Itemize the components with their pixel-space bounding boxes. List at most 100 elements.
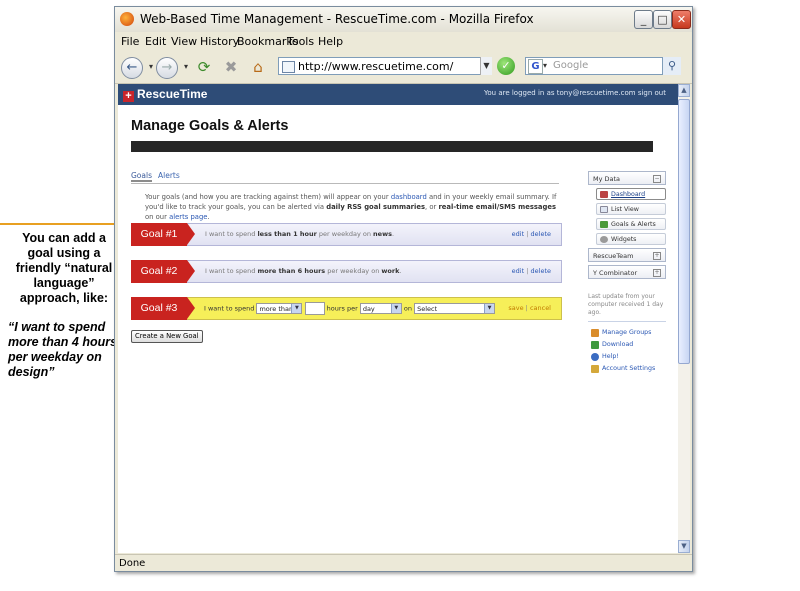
sign-out-link[interactable]: sign out	[638, 89, 666, 97]
goal-number-tag: Goal #2	[131, 260, 195, 283]
login-status: You are logged in as tony@rescuetime.com…	[484, 89, 666, 97]
site-header: + RescueTime You are logged in as tony@re…	[118, 84, 678, 105]
scroll-down-icon[interactable]: ▼	[678, 540, 690, 553]
delete-goal-link[interactable]: delete	[531, 267, 551, 275]
goals-alerts-tabs: Goals Alerts	[131, 171, 559, 184]
menu-history[interactable]: History	[200, 35, 239, 48]
save-goal-link[interactable]: save	[508, 304, 523, 312]
sidebar-header-my-data[interactable]: My Data −	[588, 171, 666, 185]
search-box[interactable]: G ▾ Google ⚲	[525, 57, 681, 75]
alerts-page-link[interactable]: alerts page	[169, 213, 207, 221]
category-select[interactable]: Select ▼	[414, 303, 496, 314]
hours-input[interactable]	[304, 302, 325, 315]
wrench-icon	[591, 365, 599, 373]
close-button[interactable]: ✕	[672, 10, 691, 29]
menu-view[interactable]: View	[171, 35, 197, 48]
go-button[interactable]: ✓	[497, 57, 515, 75]
menu-file[interactable]: File	[121, 35, 139, 48]
stop-icon[interactable]: ✖	[221, 57, 241, 77]
account-settings-link[interactable]: Account Settings	[588, 363, 666, 375]
forward-button[interactable]: →	[156, 57, 178, 79]
goal-row: Goal #1 I want to spend less than 1 hour…	[131, 223, 562, 246]
annotation-quote: “I want to spend more than 4 hours per w…	[8, 320, 118, 379]
navigation-toolbar: ← ▾ → ▾ ⟳ ✖ ⌂ http://www.rescuetime.com/…	[115, 51, 692, 84]
firefox-logo-icon	[120, 12, 134, 26]
menu-help[interactable]: Help	[318, 35, 343, 48]
reload-icon[interactable]: ⟳	[194, 57, 214, 77]
back-button[interactable]: ←	[121, 57, 143, 79]
rescuetime-logo[interactable]: + RescueTime	[123, 87, 207, 102]
scroll-up-icon[interactable]: ▲	[678, 84, 690, 97]
url-history-dropdown-icon[interactable]: ▼	[480, 57, 492, 75]
download-link[interactable]: Download	[588, 339, 666, 351]
menu-edit[interactable]: Edit	[145, 35, 166, 48]
goal-actions: edit | delete	[511, 267, 551, 275]
list-icon	[600, 206, 608, 213]
goal-edit-actions: save | cancel	[508, 304, 551, 312]
scroll-thumb[interactable]	[678, 99, 690, 364]
tab-goals[interactable]: Goals	[131, 171, 152, 182]
sidebar-group-rescueteam[interactable]: RescueTeam +	[588, 248, 666, 262]
forward-history-dropdown-icon[interactable]: ▾	[176, 57, 196, 77]
annotation-callout: You can add a goal using a friendly “nat…	[8, 231, 120, 380]
amount-select[interactable]: more than ▼	[256, 303, 303, 314]
page-title: Manage Goals & Alerts	[131, 118, 289, 134]
goal-row: Goal #2 I want to spend more than 6 hour…	[131, 260, 562, 283]
sidebar-item-goals-alerts[interactable]: Goals & Alerts	[596, 218, 666, 230]
goal-form-label: I want to spend	[204, 304, 255, 313]
maximize-button[interactable]: □	[653, 10, 672, 29]
create-new-goal-button[interactable]: Create a New Goal	[131, 330, 203, 343]
intro-text: Your goals (and how you are tracking aga…	[145, 193, 557, 221]
goal-description: I want to spend less than 1 hour per wee…	[205, 230, 395, 238]
expand-icon[interactable]: +	[653, 269, 661, 277]
url-text: http://www.rescuetime.com/	[298, 60, 454, 73]
collapse-icon[interactable]: −	[653, 175, 661, 183]
red-cross-icon: +	[123, 91, 134, 102]
sidebar-group-ycombinator[interactable]: Y Combinator +	[588, 265, 666, 279]
search-placeholder: Google	[553, 60, 589, 71]
edit-goal-link[interactable]: edit	[512, 230, 524, 238]
sidebar-item-list-view[interactable]: List View	[596, 203, 666, 215]
sidebar: My Data − Dashboard List View Goals & Ale…	[588, 171, 666, 375]
search-icon[interactable]: ⚲	[662, 57, 681, 75]
chevron-down-icon: ▼	[291, 304, 302, 313]
download-icon	[591, 341, 599, 349]
vertical-scrollbar[interactable]: ▲ ▼	[678, 84, 690, 553]
url-bar[interactable]: http://www.rescuetime.com/	[278, 57, 490, 75]
sidebar-item-widgets[interactable]: Widgets	[596, 233, 666, 245]
last-update-text: Last update from your computer received …	[588, 293, 664, 316]
delete-goal-link[interactable]: delete	[531, 230, 551, 238]
manage-groups-link[interactable]: Manage Groups	[588, 327, 666, 339]
title-bar: Web-Based Time Management - RescueTime.c…	[115, 7, 692, 33]
annotation-pointer-line	[0, 223, 125, 225]
edit-goal-link[interactable]: edit	[512, 267, 524, 275]
groups-icon	[591, 329, 599, 337]
dashboard-icon	[600, 191, 608, 198]
sidebar-item-dashboard[interactable]: Dashboard	[596, 188, 666, 200]
menu-bar: File Edit View History Bookmarks Tools H…	[115, 32, 692, 51]
help-icon	[591, 353, 599, 361]
flag-icon	[600, 221, 608, 228]
goal-number-tag: Goal #3	[131, 297, 195, 320]
chevron-down-icon: ▼	[390, 304, 401, 313]
period-select[interactable]: day ▼	[359, 303, 402, 314]
window-title: Web-Based Time Management - RescueTime.c…	[140, 12, 534, 26]
menu-tools[interactable]: Tools	[287, 35, 314, 48]
cancel-goal-link[interactable]: cancel	[530, 304, 551, 312]
dashboard-link[interactable]: dashboard	[391, 193, 427, 201]
goal-form: I want to spend more than ▼ hours per day…	[204, 302, 496, 315]
page-icon	[282, 61, 295, 73]
minimize-button[interactable]: _	[634, 10, 653, 29]
google-engine-icon[interactable]: G	[528, 59, 543, 74]
status-bar: Done	[115, 554, 692, 571]
expand-icon[interactable]: +	[653, 252, 661, 260]
goal-actions: edit | delete	[511, 230, 551, 238]
on-label: on	[403, 304, 413, 313]
goal-number-tag: Goal #1	[131, 223, 195, 246]
goal-description: I want to spend more than 6 hours per we…	[205, 267, 402, 275]
home-icon[interactable]: ⌂	[248, 57, 268, 77]
sidebar-divider	[588, 321, 666, 322]
help-link[interactable]: Help!	[588, 351, 666, 363]
engine-dropdown-icon[interactable]: ▾	[543, 58, 547, 74]
tab-alerts[interactable]: Alerts	[158, 171, 180, 180]
